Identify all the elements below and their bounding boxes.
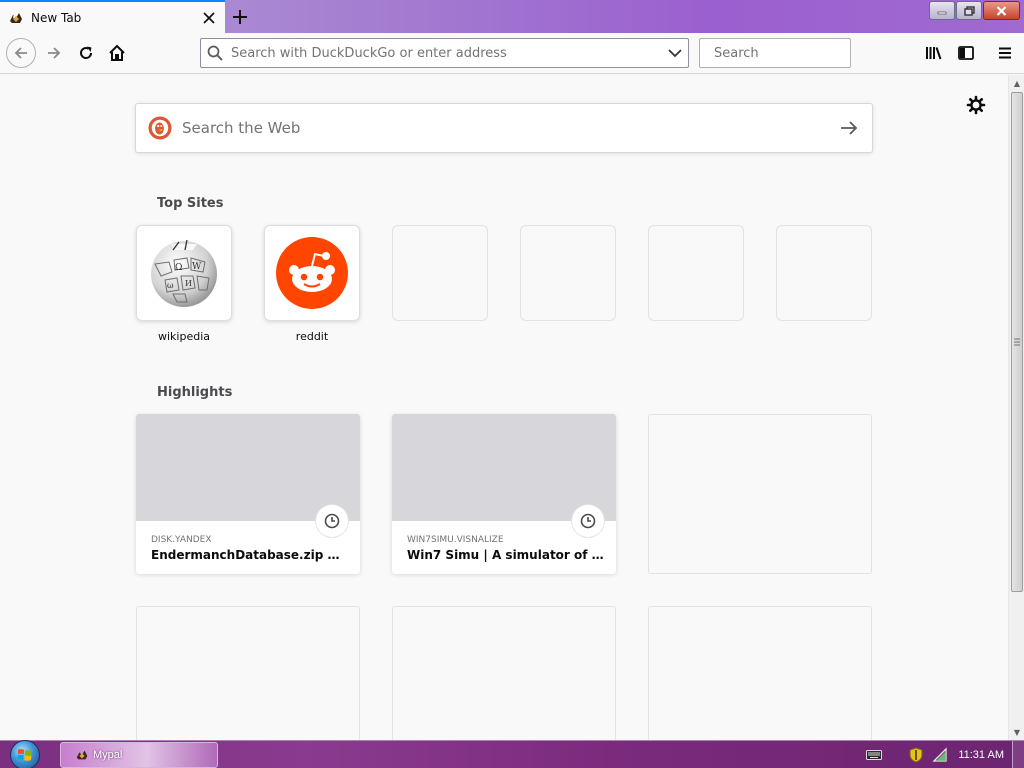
history-clock-icon: [316, 505, 348, 537]
highlight-card[interactable]: WIN7SIMU.VISNALIZE Win7 Simu | A simulat…: [392, 414, 616, 574]
new-tab-page: Top Sites Ω W И ω: [0, 75, 1008, 740]
empty-highlight-card: [136, 606, 360, 740]
taskbar-clock[interactable]: 11:31 AM: [958, 749, 1004, 761]
search-input[interactable]: [714, 45, 884, 61]
navigation-toolbar: [0, 33, 1024, 74]
library-icon: [926, 47, 942, 60]
top-site-reddit[interactable]: reddit: [264, 225, 360, 344]
tab-title: New Tab: [31, 10, 82, 25]
scroll-up-arrow-icon[interactable]: ▲: [1009, 75, 1024, 91]
vertical-scrollbar[interactable]: ▲ ▼: [1008, 75, 1024, 740]
empty-highlight-card: [648, 414, 872, 574]
top-site-empty: [392, 225, 488, 344]
taskbar-item-mypal[interactable]: Mypal: [60, 742, 218, 768]
highlight-domain: DISK.YANDEX: [151, 535, 212, 545]
close-icon: [996, 5, 1007, 16]
site-label: wikipedia: [157, 330, 210, 343]
reload-button[interactable]: [72, 39, 100, 67]
home-icon: [109, 44, 125, 61]
chevron-down-icon[interactable]: [668, 48, 682, 58]
windows-logo-icon: [17, 749, 32, 761]
empty-site-tile: [648, 225, 744, 321]
show-desktop-button[interactable]: [1012, 741, 1024, 768]
web-search-box[interactable]: [135, 103, 873, 153]
svg-text:И: И: [185, 279, 192, 288]
windows-taskbar: Mypal 11:31 AM: [0, 740, 1024, 768]
highlight-domain: WIN7SIMU.VISNALIZE: [407, 535, 504, 545]
tab-new-tab[interactable]: New Tab: [0, 0, 225, 33]
empty-site-tile: [520, 225, 616, 321]
history-clock-icon: [572, 505, 604, 537]
sidebar-icon: [958, 46, 974, 60]
system-tray: 11:31 AM: [866, 741, 1024, 768]
wikipedia-logo-icon: Ω W И ω: [151, 239, 217, 307]
top-site-empty: [776, 225, 872, 344]
restore-icon: [963, 5, 975, 16]
scroll-down-arrow-icon[interactable]: ▼: [1009, 724, 1024, 740]
site-tile[interactable]: [264, 225, 360, 321]
keyboard-icon[interactable]: [866, 747, 883, 763]
forward-button[interactable]: [40, 39, 68, 67]
address-input[interactable]: [231, 45, 668, 61]
reload-icon: [80, 46, 93, 59]
plus-icon: [233, 10, 247, 24]
minimize-icon: [937, 11, 947, 14]
svg-text:W: W: [192, 262, 202, 272]
arrow-right-icon[interactable]: [840, 120, 858, 136]
duckduckgo-logo-icon: [148, 116, 172, 140]
title-bar: New Tab: [0, 0, 1024, 33]
search-bar[interactable]: [699, 38, 884, 68]
highlight-thumbnail: [136, 414, 360, 537]
back-button[interactable]: [6, 38, 36, 68]
mypal-favicon-icon: [76, 750, 88, 760]
top-site-empty: [520, 225, 616, 344]
address-bar[interactable]: [200, 38, 689, 68]
window-controls: [928, 1, 1020, 20]
site-tile[interactable]: Ω W И ω: [136, 225, 232, 321]
top-site-empty: [648, 225, 744, 344]
hamburger-menu-icon: [999, 47, 1011, 59]
customize-button[interactable]: [966, 95, 986, 115]
empty-site-tile: [776, 225, 872, 321]
svg-text:Ω: Ω: [175, 263, 182, 273]
grip-icon: [1014, 338, 1020, 346]
highlight-title: Win7 Simu | A simulator of Wind...: [407, 548, 607, 562]
top-site-wikipedia[interactable]: Ω W И ω wikipedia: [136, 225, 232, 344]
highlight-title: EndermanchDatabase.zip — Янд...: [151, 548, 351, 562]
mypal-favicon-icon: [10, 12, 22, 23]
reddit-logo-icon: [276, 237, 348, 309]
web-search-input[interactable]: [182, 119, 840, 137]
close-window-button[interactable]: [983, 1, 1020, 20]
minimize-button[interactable]: [929, 1, 955, 20]
empty-highlight-card: [648, 606, 872, 740]
sidebar-button[interactable]: [952, 39, 980, 67]
site-label: reddit: [295, 330, 329, 343]
arrow-left-icon: [14, 47, 27, 59]
search-icon: [207, 45, 223, 61]
top-sites-grid: Ω W И ω wikipedia reddit: [136, 225, 872, 344]
highlights-title: Highlights: [157, 385, 233, 400]
restore-button[interactable]: [956, 1, 982, 20]
new-tab-button[interactable]: [226, 3, 254, 31]
highlight-thumbnail: [392, 414, 616, 537]
empty-site-tile: [392, 225, 488, 321]
empty-highlight-card: [392, 606, 616, 740]
menu-button[interactable]: [991, 39, 1019, 67]
home-button[interactable]: [103, 39, 131, 67]
svg-text:ω: ω: [167, 281, 174, 290]
tab-close-icon[interactable]: [201, 10, 217, 26]
action-center-flag-icon[interactable]: [908, 746, 924, 763]
highlight-card[interactable]: DISK.YANDEX EndermanchDatabase.zip — Янд…: [136, 414, 360, 574]
start-button[interactable]: [10, 740, 40, 768]
taskbar-item-label: Mypal: [93, 749, 123, 761]
library-button[interactable]: [920, 39, 948, 67]
network-icon[interactable]: [932, 746, 948, 763]
top-sites-title: Top Sites: [157, 196, 224, 211]
scroll-thumb[interactable]: [1011, 92, 1023, 592]
gear-icon: [966, 95, 986, 115]
arrow-right-icon: [48, 47, 61, 59]
